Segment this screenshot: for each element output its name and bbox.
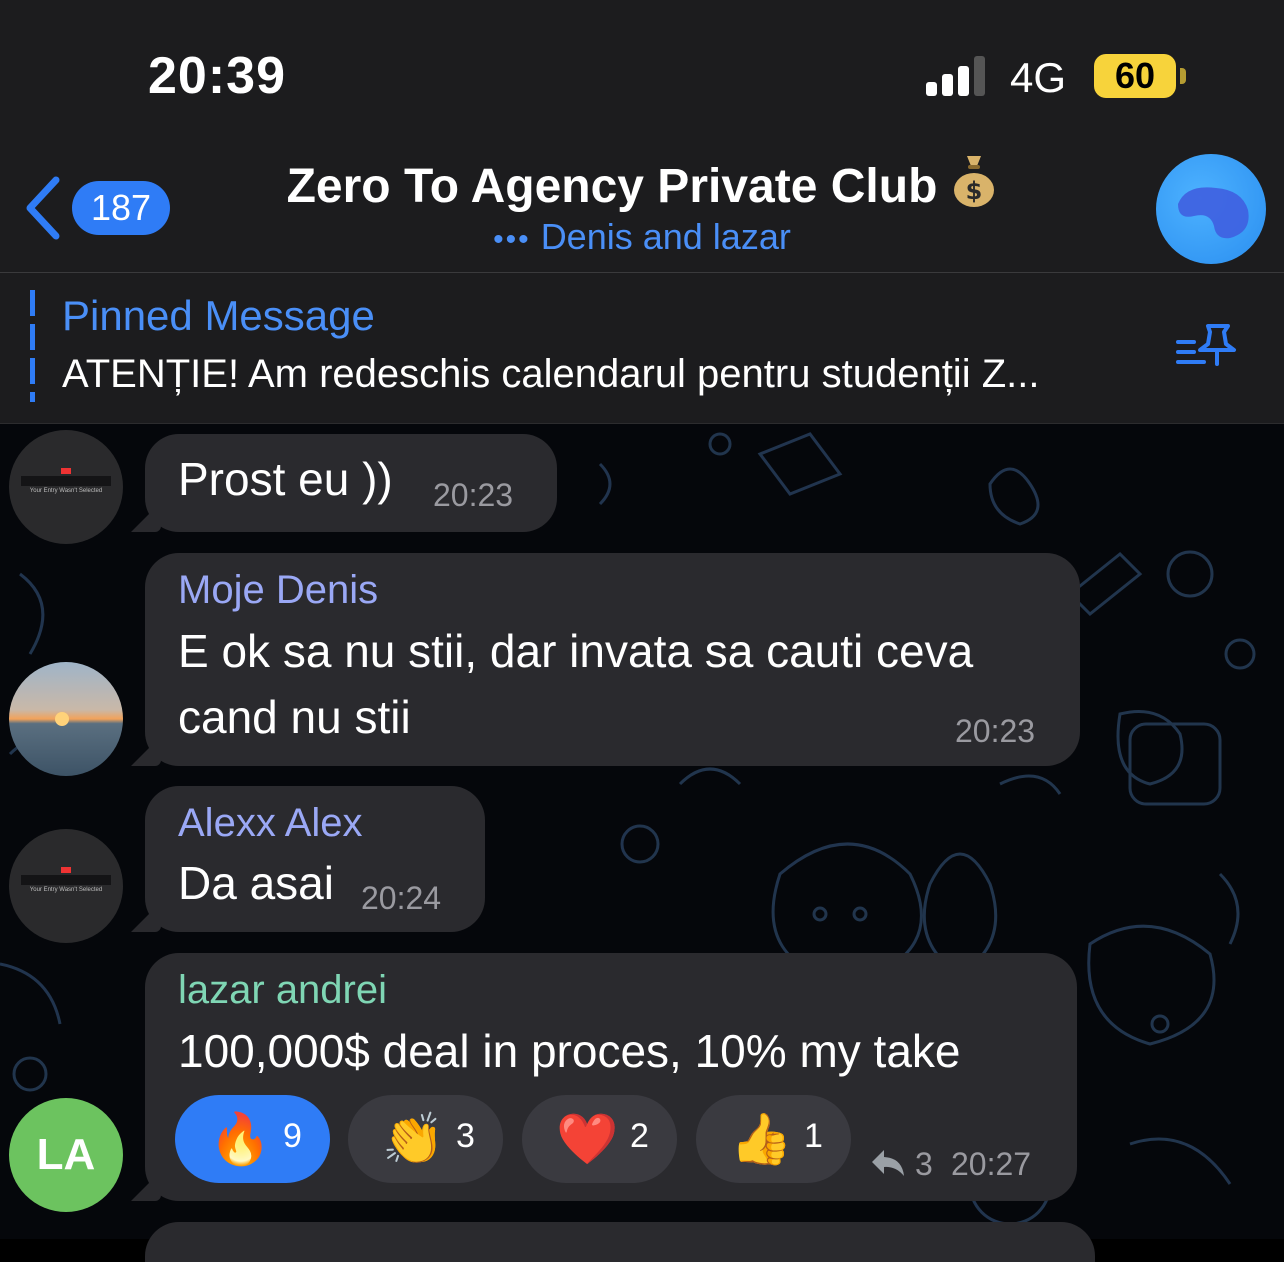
message-text: Prost eu )) bbox=[178, 453, 393, 505]
chat-title[interactable]: Zero To Agency Private Club $ bbox=[0, 152, 1284, 220]
message-text: Da asai bbox=[178, 857, 334, 909]
message-sender[interactable]: Alexx Alex bbox=[178, 801, 363, 846]
clapping-hands-icon: 👏 bbox=[382, 1111, 445, 1167]
message-time: 20:23 bbox=[955, 713, 1036, 749]
chat-header: 20:39 4G 60 187 Zero To Agency Private C… bbox=[0, 0, 1284, 272]
message-sender[interactable]: Moje Denis bbox=[178, 568, 378, 613]
message-text: 100,000$ deal in proces, 10% my take bbox=[178, 1025, 961, 1077]
svg-text:$: $ bbox=[966, 177, 983, 205]
avatar-alexx-alex[interactable]: Your Entry Wasn't Selected bbox=[9, 829, 123, 943]
pinned-title: Pinned Message bbox=[62, 292, 375, 339]
reaction-fire[interactable]: 🔥 9 bbox=[175, 1095, 330, 1183]
group-avatar[interactable] bbox=[1156, 154, 1266, 264]
chat-subtitle: ••• Denis and lazar bbox=[0, 216, 1284, 258]
status-time: 20:39 bbox=[148, 47, 286, 105]
message-time: 20:23 bbox=[433, 477, 514, 513]
network-type: 4G bbox=[1010, 54, 1067, 101]
typing-indicator: ••• bbox=[493, 223, 531, 256]
money-bag-icon: $ bbox=[951, 152, 997, 220]
avatar-moje-denis[interactable] bbox=[9, 662, 123, 776]
reply-icon[interactable] bbox=[870, 1148, 906, 1178]
signal-icon bbox=[926, 56, 990, 96]
message-text-line: E ok sa nu stii, dar invata sa cauti cev… bbox=[178, 625, 974, 677]
message-time: 20:27 bbox=[951, 1146, 1032, 1182]
reply-count[interactable]: 3 bbox=[915, 1146, 933, 1183]
mini-bar bbox=[21, 875, 111, 885]
battery-tip bbox=[1180, 68, 1186, 84]
reaction-count: 1 bbox=[804, 1117, 823, 1155]
mini-bar bbox=[21, 476, 111, 486]
message-bubble[interactable] bbox=[145, 1222, 1095, 1262]
message-time: 20:24 bbox=[361, 880, 442, 916]
reaction-count: 3 bbox=[456, 1117, 475, 1155]
avatar-caption: Your Entry Wasn't Selected bbox=[29, 887, 103, 893]
avatar-lazar-andrei[interactable]: LA bbox=[9, 1098, 123, 1212]
avatar-caption: Your Entry Wasn't Selected bbox=[29, 488, 103, 494]
message-text-line: cand nu stii bbox=[178, 691, 411, 743]
battery-icon: 60 bbox=[1094, 54, 1176, 98]
pinned-list-icon[interactable] bbox=[1172, 320, 1240, 370]
fire-icon: 🔥 bbox=[209, 1111, 272, 1167]
reaction-clap[interactable]: 👏 3 bbox=[348, 1095, 503, 1183]
typing-users: Denis and lazar bbox=[540, 216, 791, 257]
heart-icon: ❤️ bbox=[556, 1111, 619, 1167]
reaction-thumbs-up[interactable]: 👍 1 bbox=[696, 1095, 851, 1183]
message-sender[interactable]: lazar andrei bbox=[178, 968, 387, 1013]
chat-title-text: Zero To Agency Private Club bbox=[286, 160, 938, 213]
sun-shape bbox=[55, 712, 69, 726]
thumbs-up-icon: 👍 bbox=[730, 1111, 793, 1167]
mini-flag bbox=[61, 468, 71, 474]
pinned-indicator bbox=[30, 290, 35, 402]
reaction-count: 2 bbox=[630, 1117, 649, 1155]
avatar[interactable]: Your Entry Wasn't Selected bbox=[9, 430, 123, 544]
pinned-text: ATENȚIE! Am redeschis calendarul pentru … bbox=[62, 352, 1040, 396]
reaction-heart[interactable]: ❤️ 2 bbox=[522, 1095, 677, 1183]
reaction-count: 9 bbox=[283, 1117, 302, 1155]
mini-flag bbox=[61, 867, 71, 873]
